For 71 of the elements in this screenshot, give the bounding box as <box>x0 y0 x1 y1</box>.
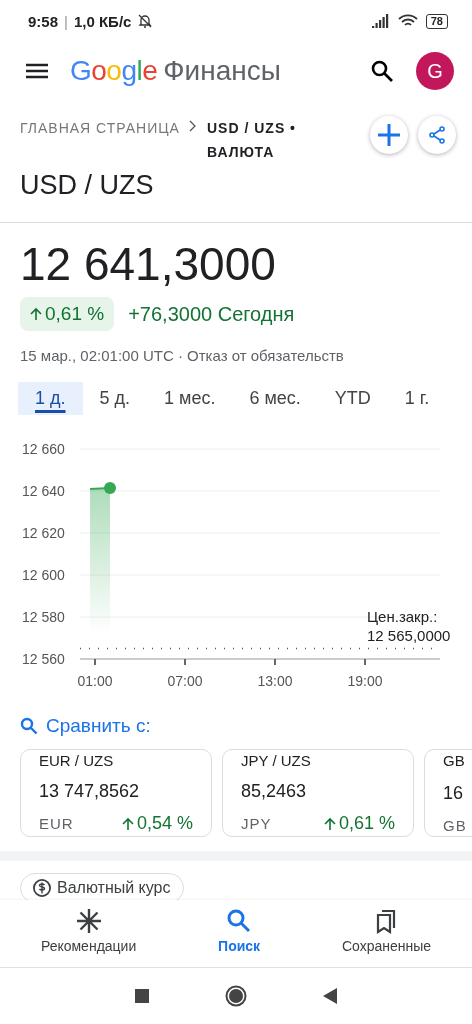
clock: 9:58 <box>28 12 59 30</box>
home-icon[interactable] <box>225 985 247 1007</box>
category-chip[interactable]: Валютный курс <box>20 873 184 903</box>
signal-icon <box>371 14 390 28</box>
network-speed: 1,0 КБ/с <box>73 12 132 30</box>
currency-code: EUR <box>39 815 74 832</box>
nav-tab[interactable]: Рекомендации <box>34 900 143 967</box>
add-button[interactable] <box>370 116 408 154</box>
range-tab[interactable]: YTD <box>317 382 388 415</box>
arrow-up-icon <box>30 307 42 321</box>
percent-change-badge: 0,61 % <box>20 297 115 331</box>
breadcrumb-current: USD / UZS • ВАЛЮТА <box>207 119 298 162</box>
y-tick-label: 12 560 <box>22 651 65 667</box>
x-tick-label: 13:00 <box>257 673 293 689</box>
chevron-right-icon <box>189 120 197 132</box>
percent-change: 0,54 % <box>121 813 193 834</box>
y-tick-label: 12 660 <box>22 441 65 457</box>
pair-title: USD / UZS <box>20 170 155 202</box>
nav-tab[interactable]: Сохраненные <box>335 900 438 967</box>
account-avatar[interactable]: G <box>416 52 454 90</box>
product-name: Финансы <box>163 55 281 87</box>
currency-code: GB <box>443 817 467 834</box>
y-tick-label: 12 640 <box>22 483 65 499</box>
x-tick-label: 01:00 <box>77 673 113 689</box>
current-point <box>104 482 116 495</box>
range-tab[interactable]: 5 д. <box>82 382 148 415</box>
nav-tab[interactable]: Поиск <box>212 900 267 967</box>
arrow-up-icon <box>323 816 336 831</box>
pair-value: 16 <box>443 782 465 804</box>
y-tick-label: 12 580 <box>22 609 65 625</box>
y-tick-label: 12 620 <box>22 525 65 541</box>
pair-value: 85,2463 <box>241 780 308 802</box>
range-tab[interactable]: 1 мес. <box>147 382 233 415</box>
back-icon[interactable] <box>323 988 337 1004</box>
previous-close-label: Цен.закр.: <box>367 607 438 625</box>
search-icon <box>226 908 253 934</box>
comparison-card[interactable]: GB 16 GB <box>424 749 472 837</box>
share-button[interactable] <box>418 116 456 154</box>
percent-change: 0,61 % <box>323 813 395 834</box>
dollar-coin-icon <box>33 879 51 897</box>
menu-icon[interactable] <box>26 63 48 79</box>
range-tab[interactable]: 1 г. <box>387 382 447 415</box>
absolute-change: +76,3000 Сегодня <box>128 302 295 326</box>
search-icon[interactable] <box>370 59 394 83</box>
breadcrumb-link[interactable]: ГЛАВНАЯ СТРАНИЦА <box>20 116 185 170</box>
timestamp-disclaimer: 15 мар., 02:01:00 UTC · Отказ от обязательств <box>20 347 345 364</box>
pair-value: 13 747,8562 <box>39 780 141 802</box>
search-icon <box>20 717 38 735</box>
arrow-up-icon <box>121 816 134 831</box>
comparison-card[interactable]: EUR / UZS 13 747,8562 EUR 0,54 % <box>20 749 212 837</box>
compare-label: Сравнить с: <box>46 715 151 737</box>
pair-name: JPY / UZS <box>241 752 312 769</box>
share-icon <box>428 126 446 144</box>
compare-link[interactable]: Сравнить с: <box>20 715 472 737</box>
previous-close-value: 12 565,0000 <box>367 626 451 644</box>
x-tick-label: 07:00 <box>167 673 203 689</box>
separator-text: | <box>64 12 68 30</box>
range-tab[interactable]: 6 мес. <box>232 382 318 415</box>
comparison-card[interactable]: JPY / UZS 85,2463 JPY 0,61 % <box>222 749 414 837</box>
plus-icon <box>378 124 400 146</box>
y-tick-label: 12 600 <box>22 567 65 583</box>
muted-bell-icon <box>137 13 154 29</box>
pair-name: EUR / UZS <box>39 752 115 769</box>
asterisk-icon <box>75 908 102 934</box>
pair-name: GB <box>443 752 466 769</box>
currency-code: JPY <box>241 815 272 832</box>
x-tick-label: 19:00 <box>347 673 383 689</box>
range-tab[interactable]: 1 д. <box>18 382 83 415</box>
google-logo: Google <box>70 55 158 87</box>
price: 12 641,3000 <box>20 237 277 291</box>
battery-icon: 78 <box>425 13 448 29</box>
